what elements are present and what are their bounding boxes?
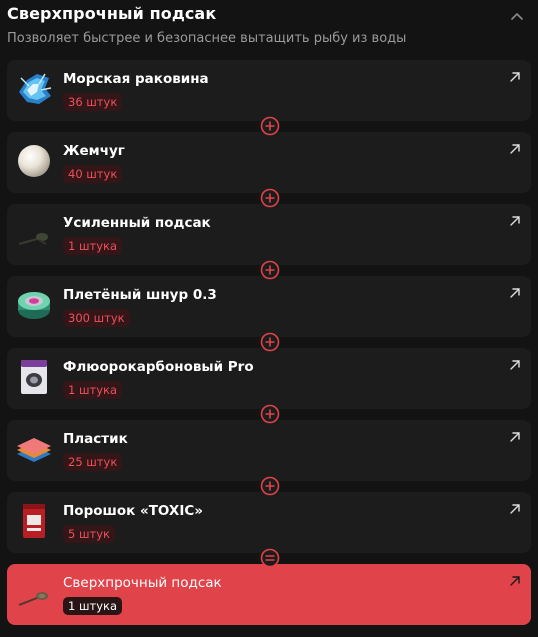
fluorocarbon-pack-icon [21, 360, 47, 394]
ingredient-quantity-badge: 1 штука [63, 237, 122, 255]
braided-line-spool-icon [18, 292, 50, 319]
result-quantity-badge: 1 штука [63, 597, 122, 615]
arrow-up-right-icon[interactable] [509, 359, 521, 371]
recipe-description: Позволяет быстрее и безопаснее вытащить … [7, 31, 407, 46]
landing-net-icon [18, 233, 48, 245]
arrow-up-right-icon[interactable] [509, 503, 521, 515]
ingredient-quantity-badge: 40 штук [63, 165, 123, 183]
ingredient-name: Пластик [63, 431, 128, 447]
plus-icon [260, 404, 280, 424]
ingredient-card-landing-net[interactable]: Усиленный подсак 1 штука [7, 204, 531, 265]
recipe-header: Сверхпрочный подсак Позволяет быстрее и … [0, 0, 538, 58]
plus-icon [260, 260, 280, 280]
arrow-up-right-icon[interactable] [509, 575, 521, 587]
ingredient-card-pearl[interactable]: Жемчуг 40 штук [7, 132, 531, 193]
ingredient-quantity-badge: 5 штук [63, 525, 115, 543]
ingredient-card-plastic[interactable]: Пластик 25 штук [7, 420, 531, 481]
result-name: Сверхпрочный подсак [63, 575, 222, 591]
ingredient-card-braided-line[interactable]: Плетёный шнур 0.3 300 штук [7, 276, 531, 337]
ingredient-name: Морская раковина [63, 71, 209, 87]
ingredient-name: Усиленный подсак [63, 215, 211, 231]
arrow-up-right-icon[interactable] [509, 71, 521, 83]
ingredient-name: Плетёный шнур 0.3 [63, 287, 217, 303]
ingredient-card-seashell[interactable]: Морская раковина 36 штук [7, 60, 531, 121]
ingredient-quantity-badge: 36 штук [63, 93, 123, 111]
ingredient-name: Жемчуг [63, 143, 125, 159]
result-card-reinforced-landing-net[interactable]: Сверхпрочный подсак 1 штука [7, 564, 531, 625]
recipe-panel: Сверхпрочный подсак Позволяет быстрее и … [0, 0, 538, 637]
ingredient-card-toxic-powder[interactable]: Порошок «TOXIC» 5 штук [7, 492, 531, 553]
arrow-up-right-icon[interactable] [509, 215, 521, 227]
powder-bag-icon [23, 504, 45, 538]
plus-icon [260, 476, 280, 496]
plus-icon [260, 116, 280, 136]
pearl-icon [18, 145, 50, 177]
arrow-up-right-icon[interactable] [509, 431, 521, 443]
equals-icon [260, 548, 280, 568]
reinforced-landing-net-icon [18, 592, 48, 606]
ingredient-name: Порошок «TOXIC» [63, 503, 203, 519]
recipe-title: Сверхпрочный подсак [7, 4, 217, 23]
arrow-up-right-icon[interactable] [509, 287, 521, 299]
ingredient-card-fluorocarbon[interactable]: Флюорокарбоновый Pro 1 штука [7, 348, 531, 409]
ingredient-quantity-badge: 300 штук [63, 309, 130, 327]
arrow-up-right-icon[interactable] [509, 143, 521, 155]
ingredient-quantity-badge: 25 штук [63, 453, 123, 471]
plastic-sheets-icon [17, 438, 51, 462]
plus-icon [260, 188, 280, 208]
chevron-up-icon[interactable] [508, 8, 526, 26]
seashell-icon [19, 73, 52, 104]
ingredient-name: Флюорокарбоновый Pro [63, 359, 254, 375]
plus-icon [260, 332, 280, 352]
ingredient-quantity-badge: 1 штука [63, 381, 122, 399]
